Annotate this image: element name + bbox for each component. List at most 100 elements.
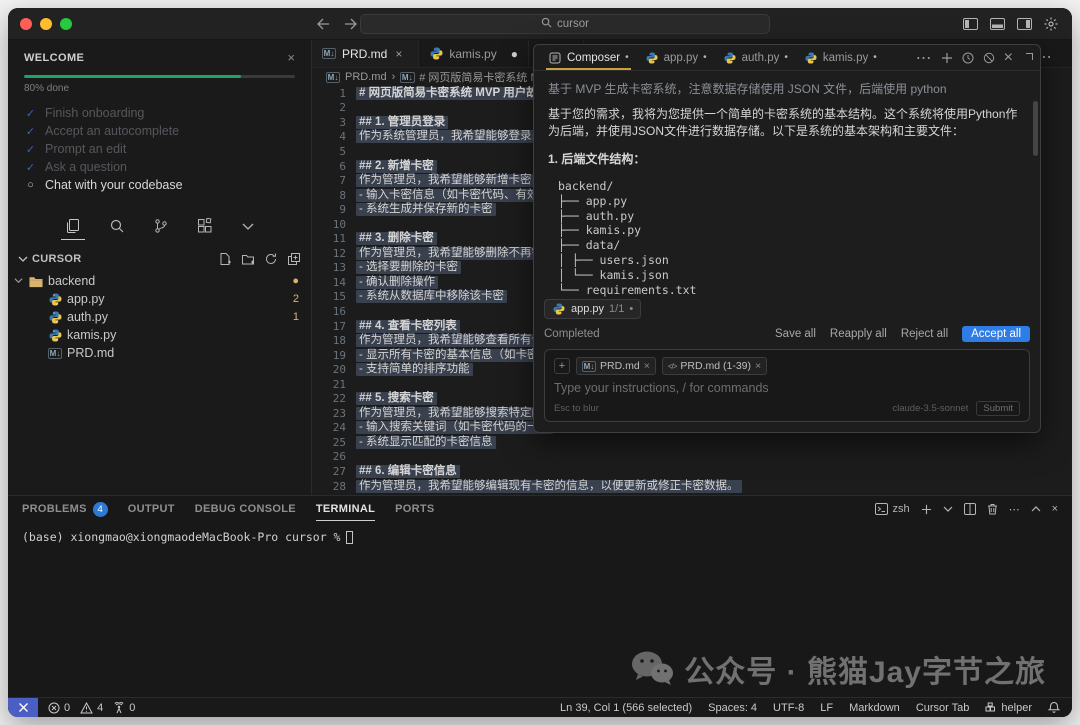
submit-button[interactable]: Submit [976, 401, 1020, 416]
checklist-item-label: Finish onboarding [45, 106, 144, 120]
editor-tab[interactable]: M↓ kamis.py ● [419, 40, 529, 67]
reply-section-1: 1. 后端文件结构： [548, 150, 1026, 167]
zoom-window-button[interactable] [60, 18, 72, 30]
line-text: - 输入卡密信息（如卡密代码、有效期 [356, 189, 553, 202]
save-all-button[interactable]: Save all [775, 328, 816, 340]
panel-tab[interactable]: PORTS [395, 496, 434, 522]
source-control-icon[interactable] [153, 218, 169, 240]
edited-file-chip[interactable]: app.py 1/1 • [544, 299, 641, 319]
context-chip-label: PRD.md (1-39) [680, 360, 751, 372]
breadcrumb-file[interactable]: PRD.md [345, 71, 387, 83]
statusbar-item[interactable]: LF [820, 702, 833, 714]
ports-status[interactable]: 0 [113, 702, 135, 714]
onboarding-checklist-item[interactable]: ✓ ○ Chat with your codebase [24, 176, 295, 194]
line-number: 18 [312, 334, 346, 347]
remote-indicator[interactable] [8, 698, 38, 717]
composer-tab[interactable]: kamis.py • [796, 45, 885, 70]
composer-scrollbar[interactable] [1033, 101, 1038, 156]
file-tree-line: │ ├── users.json [558, 253, 1026, 268]
statusbar-item[interactable]: Markdown [849, 702, 900, 714]
problems-status[interactable]: 0 4 [48, 702, 103, 714]
settings-gear-icon[interactable] [1044, 17, 1058, 31]
terminal-prompt[interactable]: (base) xiongmao@xiongmaodeMacBook-Pro cu… [22, 530, 1072, 544]
line-number: 1 [312, 87, 346, 100]
composer-new-icon[interactable] [941, 52, 953, 64]
tree-item-label: backend [48, 274, 95, 288]
shell-selector[interactable]: zsh [875, 503, 909, 515]
statusbar-item[interactable]: Spaces: 4 [708, 702, 757, 714]
remove-context-icon[interactable]: × [644, 360, 650, 372]
explorer-tree-item[interactable]: M↓ PRD.md [8, 344, 311, 362]
file-tree-line: ├── app.py [558, 194, 1026, 209]
split-terminal-icon[interactable] [964, 503, 976, 515]
notifications-bell-icon[interactable] [1048, 701, 1060, 714]
more-views-chevron-icon[interactable] [241, 219, 255, 239]
statusbar-item[interactable]: UTF-8 [773, 702, 804, 714]
composer-tab[interactable]: Composer • [540, 45, 637, 70]
panel-tab[interactable]: TERMINAL [316, 496, 375, 522]
onboarding-checklist-item[interactable]: ✓ ○ Ask a question [24, 158, 295, 176]
explorer-tree-item[interactable]: M↓ kamis.py [8, 326, 311, 344]
onboarding-checklist-item[interactable]: ✓ ○ Accept an autocomplete [24, 122, 295, 140]
close-panel-icon[interactable]: × [1052, 503, 1058, 515]
new-terminal-icon[interactable] [921, 504, 932, 515]
composer-close-icon[interactable]: × [1004, 49, 1013, 67]
nav-forward-button[interactable] [344, 18, 358, 30]
collapse-all-icon[interactable] [287, 252, 301, 266]
search-view-icon[interactable] [109, 218, 125, 240]
composer-input-placeholder[interactable]: Type your instructions, / for commands [554, 381, 1020, 395]
composer-tab[interactable]: auth.py • [715, 45, 796, 70]
reapply-all-button[interactable]: Reapply all [830, 328, 887, 340]
refresh-icon[interactable] [264, 252, 278, 266]
context-chip[interactable]: M↓ </> PRD.md (1-39) × [662, 357, 767, 375]
kill-terminal-trash-icon[interactable] [987, 503, 998, 515]
line-text: # 网页版简易卡密系统 MVP 用户故事 [356, 87, 552, 100]
close-tab-icon[interactable]: × [395, 47, 402, 61]
terminal-dropdown-chevron-icon[interactable] [943, 504, 953, 514]
editor-tab[interactable]: M↓ PRD.md × [312, 40, 419, 67]
line-number: 27 [312, 465, 346, 478]
new-file-icon[interactable] [218, 252, 232, 266]
panel-more-icon[interactable]: ⋯ [1009, 503, 1020, 516]
add-context-button[interactable]: + [554, 358, 570, 374]
composer-history-icon[interactable] [962, 52, 974, 64]
command-center-search[interactable]: cursor [360, 14, 770, 34]
context-chip[interactable]: M↓ </> PRD.md × [576, 357, 656, 375]
composer-settings-icon[interactable] [983, 52, 995, 64]
model-selector[interactable]: claude-3.5-sonnet [892, 403, 968, 414]
extension-status[interactable]: helper [985, 702, 1032, 714]
remove-context-icon[interactable]: × [755, 360, 761, 372]
composer-tab[interactable]: app.py • [637, 45, 715, 70]
toggle-sidebar-icon[interactable] [963, 18, 978, 30]
extensions-view-icon[interactable] [197, 218, 213, 240]
panel-tab[interactable]: DEBUG CONSOLE [195, 496, 296, 522]
accept-all-button[interactable]: Accept all [962, 326, 1030, 342]
welcome-close-icon[interactable]: × [287, 50, 295, 65]
explorer-section-header[interactable]: CURSOR [8, 248, 311, 270]
shell-name: zsh [892, 503, 909, 515]
minimize-window-button[interactable] [40, 18, 52, 30]
reject-all-button[interactable]: Reject all [901, 328, 948, 340]
panel-tab[interactable]: PROBLEMS 4 [22, 496, 108, 522]
composer-more-icon[interactable]: ⋯ [916, 48, 932, 68]
onboarding-checklist-item[interactable]: ✓ ○ Prompt an edit [24, 140, 295, 158]
editor-area: M↓ PRD.md × M↓ kamis.py ● M↓ [312, 40, 1072, 495]
explorer-tree-item[interactable]: M↓ app.py 2 [8, 290, 311, 308]
chevron-down-icon [18, 254, 28, 264]
line-text: ## 1. 管理员登录 [356, 116, 448, 129]
panel-tab[interactable]: OUTPUT [128, 496, 175, 522]
toggle-secondary-sidebar-icon[interactable] [1017, 18, 1032, 30]
close-window-button[interactable] [20, 18, 32, 30]
new-folder-icon[interactable] [241, 252, 255, 266]
statusbar-item[interactable]: Ln 39, Col 1 (566 selected) [560, 702, 692, 714]
explorer-tree-item[interactable]: M↓ backend ● [8, 272, 311, 290]
statusbar-item[interactable]: Cursor Tab [916, 702, 970, 714]
composer-expand-icon[interactable] [1022, 52, 1034, 64]
explorer-view-icon[interactable] [65, 218, 81, 240]
nav-back-button[interactable] [316, 18, 330, 30]
maximize-panel-chevron-icon[interactable] [1031, 504, 1041, 514]
composer-input-box[interactable]: + M↓ </> PRD.md × M↓ [544, 349, 1030, 422]
toggle-panel-icon[interactable] [990, 18, 1005, 30]
onboarding-checklist-item[interactable]: ✓ ○ Finish onboarding [24, 104, 295, 122]
explorer-tree-item[interactable]: M↓ auth.py 1 [8, 308, 311, 326]
